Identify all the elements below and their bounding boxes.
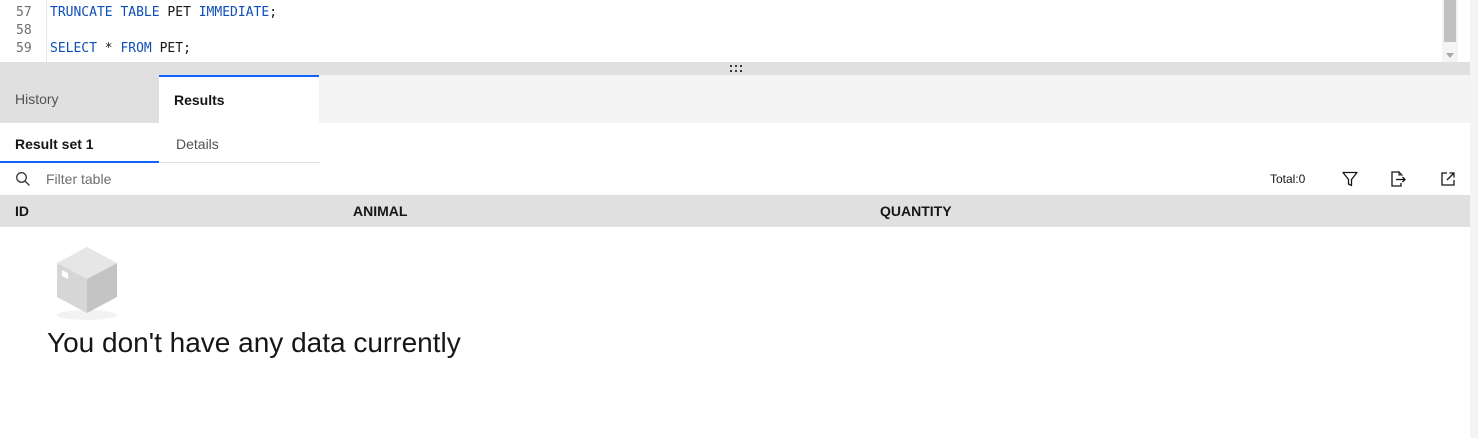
code-text[interactable]: SELECT * FROM PET;: [50, 40, 191, 58]
code-text[interactable]: TRUNCATE TABLE PET IMMEDIATE;: [50, 4, 277, 22]
line-number: 59: [16, 41, 32, 56]
pane-splitter[interactable]: [0, 62, 1470, 75]
editor-scrollbar-thumb[interactable]: [1444, 0, 1456, 42]
table-header: ID ANIMAL QUANTITY: [0, 195, 1470, 227]
empty-box-icon: [54, 243, 120, 323]
total-count: Total:0: [1270, 172, 1306, 186]
sql-keyword: TRUNCATE: [50, 5, 113, 20]
sql-keyword: FROM: [120, 41, 152, 56]
column-header-id[interactable]: ID: [15, 195, 29, 227]
editor-scrollbar[interactable]: [1442, 0, 1458, 62]
search-icon: [15, 171, 31, 187]
tab-details[interactable]: Details: [159, 123, 320, 163]
sql-keyword: SELECT: [50, 41, 97, 56]
table-toolbar: Total:0: [0, 163, 1470, 195]
filter-table-input[interactable]: [40, 166, 452, 192]
line-number: 57: [16, 5, 32, 20]
result-subtabs: Result set 1 Details: [0, 123, 320, 163]
sql-text: ;: [269, 5, 278, 20]
filter-icon[interactable]: [1341, 170, 1359, 188]
export-icon[interactable]: [1389, 170, 1407, 188]
scroll-down-icon[interactable]: [1446, 53, 1454, 58]
empty-state-message: You don't have any data currently: [47, 327, 461, 358]
drag-handle-icon[interactable]: [730, 65, 742, 72]
sql-text: *: [96, 41, 121, 56]
sql-text: PET: [159, 5, 199, 20]
line-number: 58: [16, 23, 32, 38]
results-tabbar: History Results: [0, 75, 1470, 123]
launch-icon[interactable]: [1439, 170, 1457, 188]
column-header-quantity[interactable]: QUANTITY: [880, 195, 952, 227]
tab-result-set[interactable]: Result set 1: [0, 123, 159, 163]
tab-results[interactable]: Results: [159, 75, 319, 123]
sql-keyword: IMMEDIATE: [198, 5, 270, 20]
sql-editor[interactable]: 57 TRUNCATE TABLE PET IMMEDIATE; 58 59 SELEC…: [0, 0, 1478, 62]
page-scrollbar[interactable]: [1470, 0, 1478, 438]
sql-keyword: TABLE: [120, 5, 160, 20]
sql-text: PET;: [151, 41, 191, 56]
tab-history[interactable]: History: [0, 75, 159, 123]
column-header-animal[interactable]: ANIMAL: [353, 195, 407, 227]
